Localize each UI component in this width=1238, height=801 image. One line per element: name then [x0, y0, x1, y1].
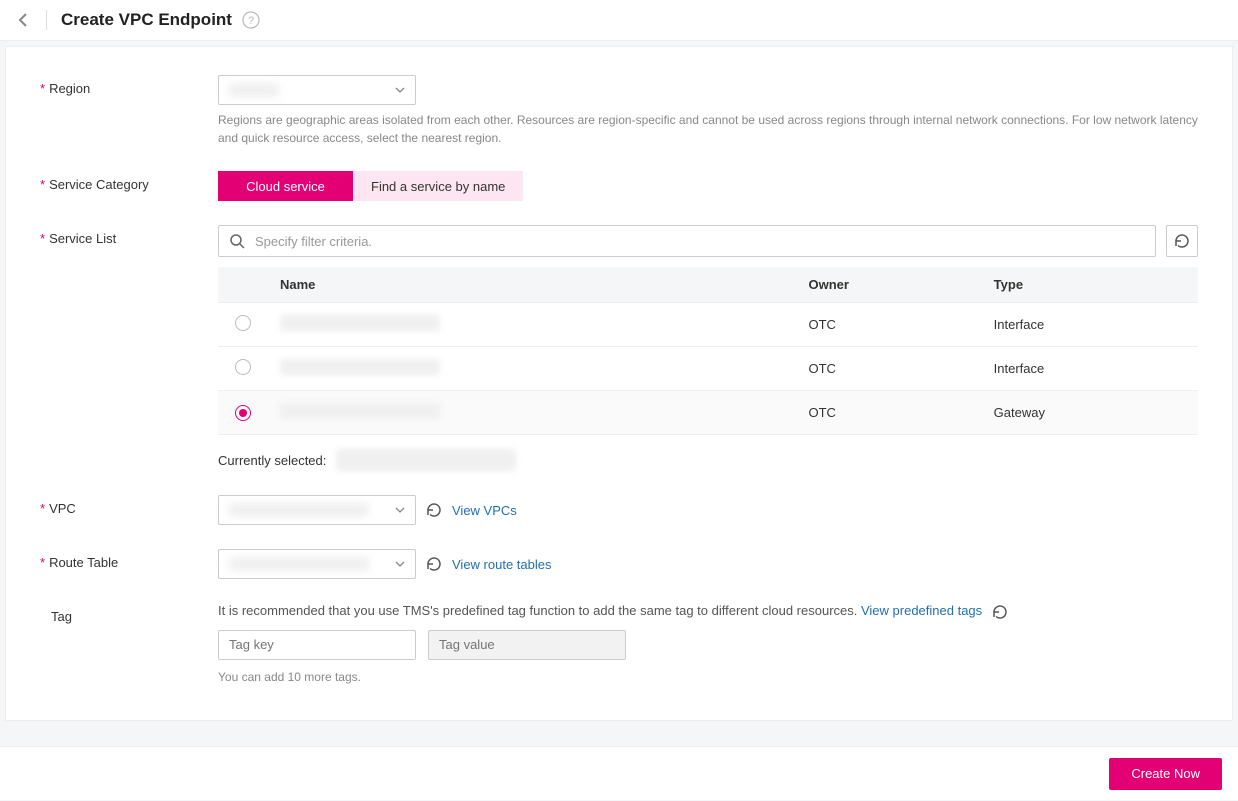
tag-value-input[interactable] — [428, 630, 626, 660]
service-category-by-name[interactable]: Find a service by name — [353, 171, 523, 201]
view-vpcs-link[interactable]: View VPCs — [452, 503, 517, 518]
currently-selected-value-redacted — [336, 449, 516, 471]
tags-refresh-button[interactable] — [992, 604, 1008, 620]
service-search-box[interactable] — [218, 225, 1156, 257]
service-table: Name Owner Type OTC Interface — [218, 267, 1198, 435]
col-type: Type — [982, 267, 1198, 303]
view-route-tables-link[interactable]: View route tables — [452, 557, 552, 572]
service-radio[interactable] — [235, 405, 251, 421]
vpc-dropdown[interactable] — [218, 495, 416, 525]
refresh-icon — [992, 604, 1008, 620]
refresh-icon — [426, 556, 442, 572]
service-name-redacted — [280, 359, 440, 375]
service-type: Gateway — [982, 391, 1198, 435]
page-title: Create VPC Endpoint — [61, 10, 232, 30]
service-type: Interface — [982, 347, 1198, 391]
refresh-icon — [426, 502, 442, 518]
page-outer: *Region Regions are geographic areas iso… — [0, 41, 1238, 721]
service-category-cloud[interactable]: Cloud service — [218, 171, 353, 201]
page-content: *Region Regions are geographic areas iso… — [5, 46, 1233, 721]
label-region: *Region — [40, 75, 218, 96]
tag-remaining-hint: You can add 10 more tags. — [218, 670, 1198, 684]
service-radio[interactable] — [235, 359, 251, 375]
row-route-table: *Route Table View route tables — [40, 549, 1198, 579]
header-divider — [46, 10, 47, 30]
service-category-toggle: Cloud service Find a service by name — [218, 171, 1198, 201]
service-owner: OTC — [797, 391, 982, 435]
label-route-table: *Route Table — [40, 549, 218, 570]
help-button[interactable]: ? — [242, 11, 260, 29]
view-predefined-tags-link[interactable]: View predefined tags — [861, 603, 982, 618]
col-select — [218, 267, 268, 303]
col-owner: Owner — [797, 267, 982, 303]
search-icon — [229, 233, 245, 249]
vpc-refresh-button[interactable] — [426, 502, 442, 518]
service-search-input[interactable] — [255, 234, 1145, 249]
row-service-list: *Service List Name Owne — [40, 225, 1198, 471]
region-dropdown[interactable] — [218, 75, 416, 105]
route-table-dropdown[interactable] — [218, 549, 416, 579]
table-row[interactable]: OTC Interface — [218, 347, 1198, 391]
service-owner: OTC — [797, 303, 982, 347]
route-table-value-redacted — [229, 557, 369, 571]
row-vpc: *VPC View VPCs — [40, 495, 1198, 525]
region-value-redacted — [229, 83, 279, 97]
table-row[interactable]: OTC Gateway — [218, 391, 1198, 435]
service-owner: OTC — [797, 347, 982, 391]
service-radio[interactable] — [235, 315, 251, 331]
svg-text:?: ? — [248, 15, 254, 27]
service-type: Interface — [982, 303, 1198, 347]
page-header: Create VPC Endpoint ? — [0, 0, 1238, 41]
label-service-category: *Service Category — [40, 171, 218, 192]
row-region: *Region Regions are geographic areas iso… — [40, 75, 1198, 147]
chevron-down-icon — [395, 561, 405, 567]
col-name: Name — [268, 267, 797, 303]
label-service-list: *Service List — [40, 225, 218, 246]
label-tag: Tag — [40, 603, 218, 624]
footer-bar: Create Now — [0, 746, 1238, 800]
currently-selected: Currently selected: — [218, 449, 1198, 471]
tag-key-input[interactable] — [218, 630, 416, 660]
table-row[interactable]: OTC Interface — [218, 303, 1198, 347]
create-now-button[interactable]: Create Now — [1109, 758, 1222, 790]
chevron-down-icon — [395, 507, 405, 513]
service-name-redacted — [280, 403, 440, 419]
route-table-refresh-button[interactable] — [426, 556, 442, 572]
chevron-left-icon — [18, 13, 28, 27]
refresh-icon — [1174, 233, 1190, 249]
row-tag: Tag It is recommended that you use TMS's… — [40, 603, 1198, 684]
help-icon: ? — [242, 11, 260, 29]
region-help-text: Regions are geographic areas isolated fr… — [218, 111, 1198, 147]
back-button[interactable] — [14, 11, 32, 29]
chevron-down-icon — [395, 87, 405, 93]
service-name-redacted — [280, 315, 440, 331]
tag-hint-text: It is recommended that you use TMS's pre… — [218, 603, 861, 618]
service-list-refresh-button[interactable] — [1166, 225, 1198, 257]
row-service-category: *Service Category Cloud service Find a s… — [40, 171, 1198, 201]
label-vpc: *VPC — [40, 495, 218, 516]
vpc-value-redacted — [229, 503, 369, 517]
